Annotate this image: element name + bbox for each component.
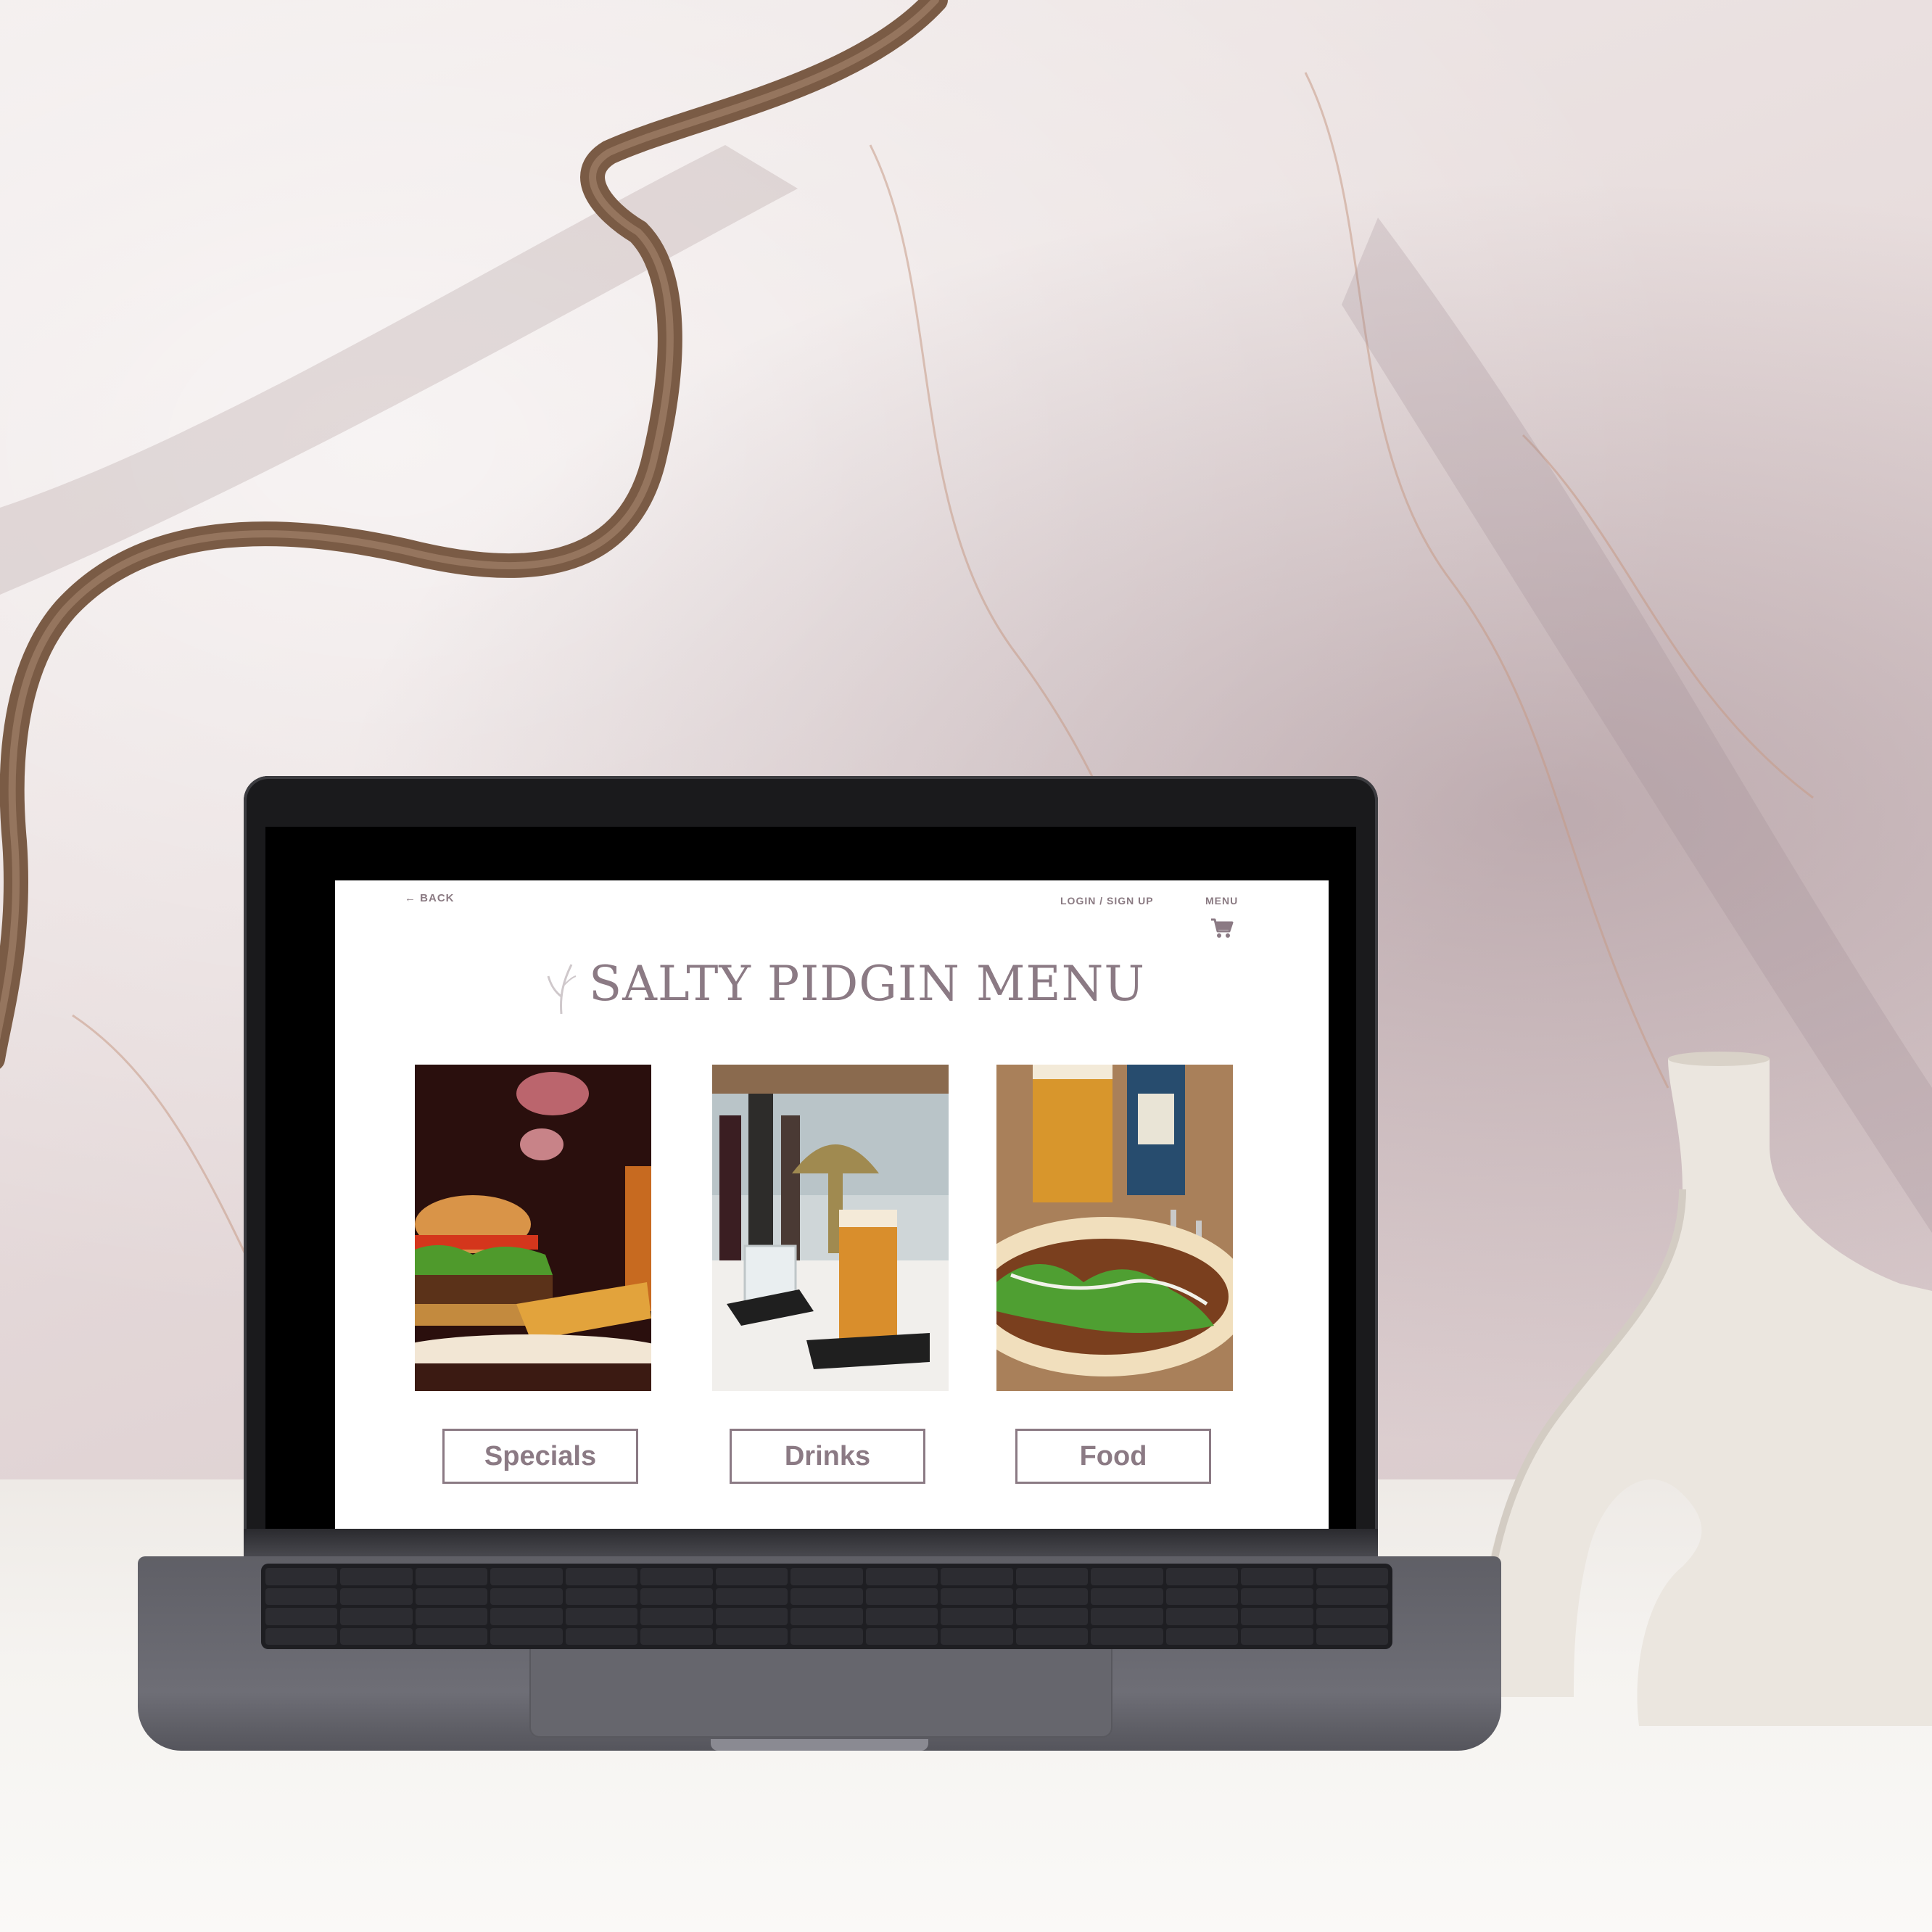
key: [715, 1568, 788, 1585]
drinks-photo[interactable]: [712, 1065, 949, 1391]
laptop-hinge: [244, 1529, 1378, 1558]
key: [1015, 1588, 1089, 1605]
keyboard: [261, 1564, 1392, 1649]
key: [941, 1588, 1013, 1605]
page-title: SALTY PIDGIN MENU: [589, 956, 1145, 1012]
key: [1316, 1588, 1388, 1605]
key: [340, 1608, 413, 1625]
bar-drinks-image: [712, 1065, 949, 1391]
key: [865, 1608, 938, 1625]
key: [1165, 1588, 1239, 1605]
key: [1165, 1608, 1239, 1625]
key: [565, 1588, 638, 1605]
website-viewport: ← BACK LOGIN / SIGN UP MENU SALTY PIDGIN…: [335, 880, 1329, 1555]
key: [1241, 1608, 1313, 1625]
key: [340, 1588, 413, 1605]
key: [490, 1588, 563, 1605]
key: [1241, 1627, 1313, 1645]
key: [715, 1627, 788, 1645]
key: [941, 1568, 1013, 1585]
lid-notch: [711, 1739, 928, 1751]
menu-link[interactable]: MENU: [1205, 895, 1238, 907]
ceramic-vase-decor: [1477, 1052, 1932, 1726]
key: [1241, 1568, 1313, 1585]
key: [565, 1627, 638, 1645]
laptop-base: [138, 1556, 1501, 1751]
key: [865, 1568, 938, 1585]
drinks-button[interactable]: Drinks: [730, 1429, 925, 1484]
key: [790, 1627, 863, 1645]
key: [340, 1627, 413, 1645]
key: [640, 1568, 713, 1585]
specials-button[interactable]: Specials: [442, 1429, 638, 1484]
food-photo[interactable]: [996, 1065, 1233, 1391]
burger-image: [415, 1065, 651, 1391]
key: [1091, 1608, 1163, 1625]
key: [265, 1568, 338, 1585]
screen-bezel: ← BACK LOGIN / SIGN UP MENU SALTY PIDGIN…: [265, 827, 1356, 1556]
key: [265, 1588, 338, 1605]
shopping-cart-icon[interactable]: [1210, 918, 1234, 938]
key: [1165, 1627, 1239, 1645]
key: [790, 1568, 863, 1585]
trackpad: [529, 1649, 1112, 1738]
key: [941, 1608, 1013, 1625]
key: [715, 1588, 788, 1605]
food-button[interactable]: Food: [1015, 1429, 1211, 1484]
key: [715, 1608, 788, 1625]
key: [265, 1608, 338, 1625]
plant-sprig-icon: [547, 964, 577, 1015]
key: [415, 1608, 488, 1625]
key: [640, 1608, 713, 1625]
key: [1241, 1588, 1313, 1605]
key: [1316, 1627, 1388, 1645]
key: [1015, 1568, 1089, 1585]
key: [865, 1627, 938, 1645]
laptop-lid: ← BACK LOGIN / SIGN UP MENU SALTY PIDGIN…: [244, 776, 1378, 1559]
key: [640, 1627, 713, 1645]
key: [415, 1568, 488, 1585]
key: [1015, 1627, 1089, 1645]
key: [565, 1608, 638, 1625]
key: [490, 1608, 563, 1625]
key: [490, 1627, 563, 1645]
key: [790, 1608, 863, 1625]
key: [1316, 1608, 1388, 1625]
key: [1316, 1568, 1388, 1585]
key: [565, 1568, 638, 1585]
key: [340, 1568, 413, 1585]
key: [1091, 1588, 1163, 1605]
key: [415, 1588, 488, 1605]
key: [640, 1588, 713, 1605]
key: [415, 1627, 488, 1645]
key: [790, 1588, 863, 1605]
key: [1091, 1627, 1163, 1645]
login-signup-link[interactable]: LOGIN / SIGN UP: [1060, 895, 1154, 907]
key: [1015, 1608, 1089, 1625]
specials-photo[interactable]: [415, 1065, 651, 1391]
key: [1165, 1568, 1239, 1585]
key: [941, 1627, 1013, 1645]
key: [490, 1568, 563, 1585]
flatbread-image: [996, 1065, 1233, 1391]
back-link[interactable]: ← BACK: [405, 892, 455, 904]
key: [1091, 1568, 1163, 1585]
key: [265, 1627, 338, 1645]
key: [865, 1588, 938, 1605]
